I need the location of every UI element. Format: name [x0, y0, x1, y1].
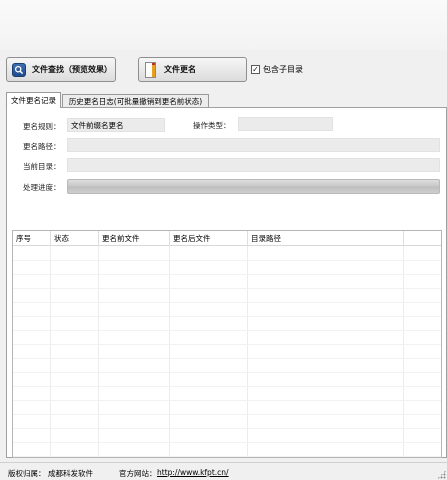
status-bar: 版权归属： 成都科发软件 官方网站： http://www.kfpt.cn/ — [0, 462, 447, 480]
tab-history-log[interactable]: 历史更名日志(可批量撤销到更名前状态) — [62, 94, 209, 108]
progress-bar — [67, 179, 440, 194]
grid-row-line — [13, 302, 441, 303]
rule-label: 更名规则： — [23, 122, 61, 131]
rule-value: 文件前缀名更名 — [71, 120, 124, 130]
search-icon — [12, 62, 26, 77]
grid-row-line — [13, 442, 441, 443]
grid-divider — [403, 246, 404, 457]
grid-row-line — [13, 372, 441, 373]
grid-row-line — [13, 428, 441, 429]
file-find-label: 文件查找（预览效果） — [32, 65, 112, 74]
current-dir-label: 当前目录： — [23, 162, 61, 171]
grid-row-line — [13, 456, 441, 457]
col-header-before[interactable]: 更名前文件 — [99, 231, 170, 246]
rule-field[interactable]: 文件前缀名更名 — [67, 118, 165, 132]
grid-row-line — [13, 400, 441, 401]
copyright-value: 成都科发软件 — [48, 469, 93, 478]
grid-row-line — [13, 414, 441, 415]
include-subdirs-option[interactable]: ✓ 包含子目录 — [251, 64, 303, 75]
resize-grip[interactable] — [437, 470, 446, 479]
grid-row-line — [13, 288, 441, 289]
grid-row-line — [13, 260, 441, 261]
grid-row-line — [13, 344, 441, 345]
current-dir-field[interactable] — [67, 158, 440, 172]
col-header-dir[interactable]: 目录路径 — [248, 231, 404, 246]
col-header-index[interactable]: 序号 — [13, 231, 51, 246]
website-label: 官方网站： — [119, 469, 157, 478]
grid-row-line — [13, 316, 441, 317]
file-rename-label: 文件更名 — [164, 65, 196, 74]
rename-records-table[interactable]: 序号 状态 更名前文件 更名后文件 目录路径 — [12, 230, 442, 458]
grid-row-line — [13, 274, 441, 275]
tab-history-log-label: 历史更名日志(可批量撤销到更名前状态) — [68, 97, 203, 106]
grid-row-line — [13, 386, 441, 387]
website-link[interactable]: http://www.kfpt.cn/ — [157, 468, 229, 477]
progress-label: 处理进度： — [23, 183, 61, 192]
col-header-after[interactable]: 更名后文件 — [170, 231, 248, 246]
table-header: 序号 状态 更名前文件 更名后文件 目录路径 — [13, 231, 441, 246]
tab-rename-records-label: 文件更名记录 — [11, 96, 56, 105]
grid-divider — [247, 246, 248, 457]
file-rename-icon — [145, 61, 158, 78]
op-type-label: 操作类型： — [193, 121, 231, 130]
grid-divider — [169, 246, 170, 457]
path-field[interactable] — [67, 138, 440, 152]
grid-divider — [50, 246, 51, 457]
include-subdirs-checkbox[interactable]: ✓ — [251, 65, 260, 74]
file-find-button[interactable]: 文件查找（预览效果） — [6, 57, 116, 82]
grid-row-line — [13, 358, 441, 359]
rename-records-panel: 更名规则： 文件前缀名更名 操作类型： 更名路径： 当前目录： 处理进度： 序号… — [6, 107, 447, 458]
copyright-label: 版权归属： — [8, 469, 46, 478]
grid-divider — [98, 246, 99, 457]
path-label: 更名路径： — [23, 142, 61, 151]
top-banner — [0, 0, 447, 50]
include-subdirs-label: 包含子目录 — [263, 65, 303, 74]
op-type-field[interactable] — [238, 117, 333, 131]
tab-rename-records[interactable]: 文件更名记录 — [6, 92, 61, 108]
file-rename-button[interactable]: 文件更名 — [138, 57, 247, 82]
col-header-status[interactable]: 状态 — [51, 231, 99, 246]
grid-row-line — [13, 330, 441, 331]
